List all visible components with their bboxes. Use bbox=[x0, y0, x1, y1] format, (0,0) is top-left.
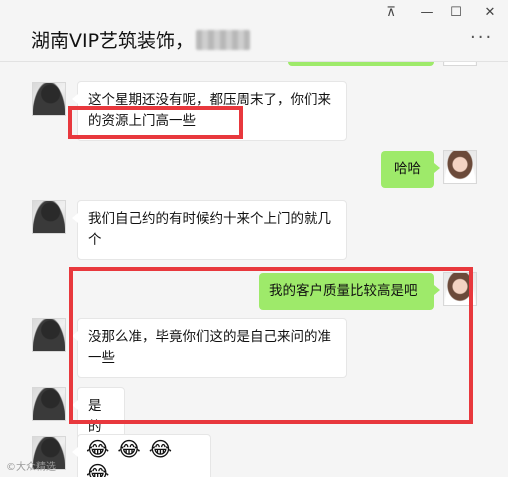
contact-avatar[interactable] bbox=[32, 387, 66, 421]
contact-avatar[interactable] bbox=[32, 318, 66, 352]
laughing-emoji: 😂 bbox=[86, 461, 110, 477]
chat-title: 湖南VIP艺筑装饰， bbox=[31, 26, 251, 53]
pin-icon[interactable]: ⊼ bbox=[380, 4, 402, 22]
contact-avatar[interactable] bbox=[32, 82, 66, 116]
laughing-emoji: 😂 bbox=[86, 437, 110, 461]
previous-message-bubble bbox=[288, 62, 434, 66]
watermark: ©大众精选 bbox=[6, 462, 56, 473]
self-avatar[interactable] bbox=[443, 272, 477, 306]
chat-title-text: 湖南VIP艺筑装饰， bbox=[31, 30, 195, 52]
contact-avatar[interactable] bbox=[32, 200, 66, 234]
title-bar: 湖南VIP艺筑装饰， ⊼ — ☐ ✕ ··· bbox=[0, 0, 508, 62]
message-bubble-5[interactable]: 没那么准，毕竟你们这的是自己来问的准一些 bbox=[72, 318, 347, 378]
chat-area[interactable]: 这个星期还没有呢，都压周末了，你们来的资源上门高一些 哈哈 我们自己约的有时候约… bbox=[0, 62, 508, 477]
blurred-name bbox=[196, 30, 251, 50]
self-avatar[interactable] bbox=[443, 150, 477, 184]
close-button[interactable]: ✕ bbox=[479, 4, 501, 22]
more-options-button[interactable]: ··· bbox=[470, 29, 496, 47]
message-bubble-7[interactable]: 😂 😂 😂😂 bbox=[72, 434, 211, 477]
minimize-button[interactable]: — bbox=[416, 4, 438, 22]
message-bubble-3[interactable]: 我们自己约的有时候约十来个上门的就几个 bbox=[72, 200, 347, 260]
message-bubble-1[interactable]: 这个星期还没有呢，都压周末了，你们来的资源上门高一些 bbox=[72, 81, 347, 141]
maximize-button[interactable]: ☐ bbox=[445, 4, 467, 22]
message-bubble-4[interactable]: 我的客户质量比较高是吧 bbox=[259, 273, 440, 310]
message-bubble-2[interactable]: 哈哈 bbox=[381, 151, 440, 188]
self-avatar[interactable] bbox=[443, 62, 477, 66]
laughing-emoji: 😂 bbox=[148, 437, 173, 461]
laughing-emoji: 😂 bbox=[117, 437, 141, 461]
